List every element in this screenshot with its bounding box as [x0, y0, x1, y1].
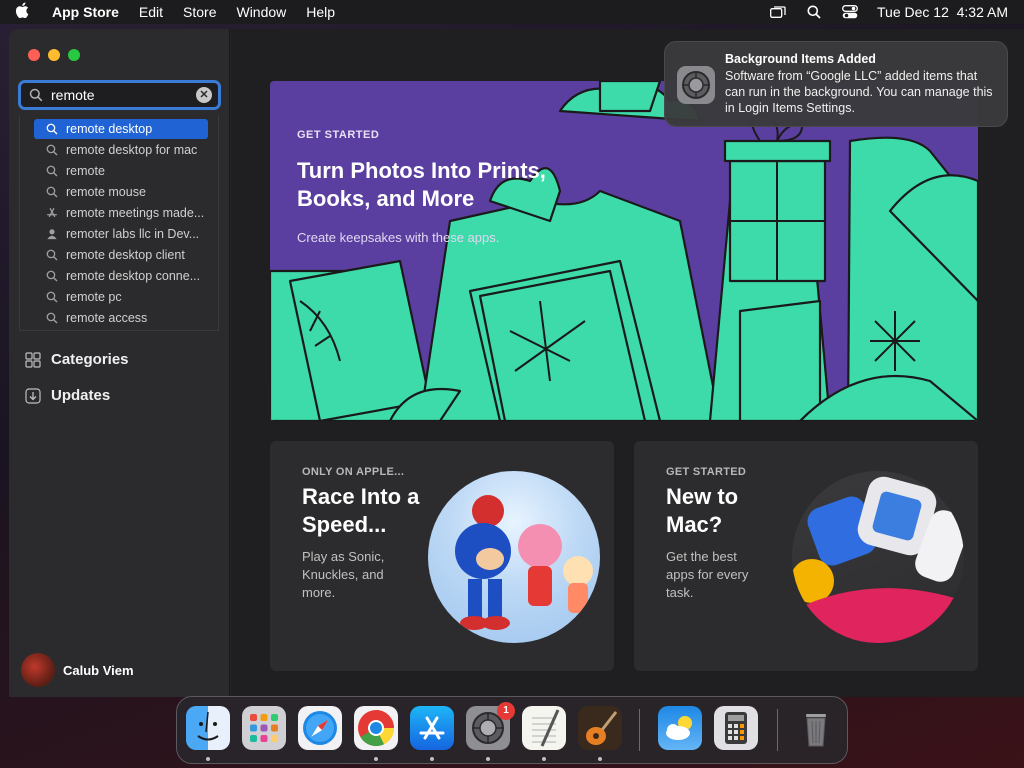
- suggestion-text: remote pc: [66, 290, 122, 304]
- card-description: Get the best apps for every task.: [666, 549, 749, 600]
- featured-card-sonic[interactable]: ONLY ON APPLE... Race Into a Speed... Pl…: [270, 441, 614, 671]
- search-input[interactable]: remote: [51, 87, 196, 103]
- updates-icon: [25, 387, 41, 404]
- card-kicker: GET STARTED: [666, 466, 747, 478]
- dock-textedit-icon[interactable]: [522, 706, 566, 750]
- running-indicator: [542, 757, 546, 761]
- card-title: New to Mac?: [666, 484, 739, 537]
- search-suggestion-item[interactable]: remote mouse: [34, 182, 208, 202]
- menu-window[interactable]: Window: [226, 0, 296, 24]
- search-suggestion-item[interactable]: remote desktop for mac: [34, 140, 208, 160]
- running-indicator: [206, 757, 210, 761]
- search-suggestion-item[interactable]: remote access: [34, 308, 208, 328]
- user-name: Calub Viem: [63, 662, 134, 678]
- search-suggestion-item[interactable]: remote meetings made...: [34, 203, 208, 223]
- close-window-button[interactable]: [28, 49, 40, 61]
- screen-mirroring-icon[interactable]: [769, 5, 787, 19]
- search-suggestion-item[interactable]: remote desktop conne...: [34, 266, 208, 286]
- hero-banner[interactable]: GET STARTED Turn Photos Into Prints, Boo…: [270, 81, 978, 421]
- mac-apps-artwork: [792, 471, 964, 643]
- search-icon: [44, 291, 60, 303]
- sidebar-item-label: Categories: [51, 351, 129, 368]
- suggestion-text: remote desktop client: [66, 248, 185, 262]
- dock-separator: [639, 709, 640, 751]
- search-icon: [44, 144, 60, 156]
- dock-launchpad-icon[interactable]: [242, 706, 286, 750]
- minimize-window-button[interactable]: [48, 49, 60, 61]
- menu-help[interactable]: Help: [296, 0, 345, 24]
- search-icon: [44, 249, 60, 261]
- search-suggestion-item[interactable]: remote desktop client: [34, 245, 208, 265]
- suggestion-text: remote mouse: [66, 185, 146, 199]
- card-title: Race Into a Speed...: [302, 484, 420, 537]
- dock-finder-icon[interactable]: [186, 706, 230, 750]
- search-suggestion-item[interactable]: remote pc: [34, 287, 208, 307]
- menubar-clock[interactable]: Tue Dec 12 4:32 AM: [877, 4, 1008, 20]
- suggestion-text: remoter labs llc in Dev...: [66, 227, 200, 241]
- search-icon: [29, 88, 43, 102]
- search-suggestion-item[interactable]: remote: [34, 161, 208, 181]
- menu-app-name[interactable]: App Store: [44, 0, 129, 24]
- search-suggestions-list: remote desktop remote desktop for mac remo…: [19, 115, 219, 331]
- search-icon: [44, 270, 60, 282]
- notification-body: Software from “Google LLC” added items t…: [725, 69, 993, 115]
- main-content: GET STARTED Turn Photos Into Prints, Boo…: [231, 29, 1024, 697]
- dock: 1: [176, 696, 848, 764]
- suggestion-text: remote desktop: [66, 122, 153, 136]
- running-indicator: [486, 757, 490, 761]
- app-store-window: remote ✕ remote desktop remote desktop fo…: [9, 29, 1024, 697]
- suggestion-text: remote meetings made...: [66, 206, 205, 220]
- sonic-artwork: [428, 471, 600, 643]
- person-icon: [44, 228, 60, 240]
- dock-garageband-icon[interactable]: [578, 706, 622, 750]
- clear-search-icon[interactable]: ✕: [196, 87, 212, 103]
- hero-subtitle: Create keepsakes with these apps.: [297, 230, 500, 245]
- notification-banner[interactable]: Background Items Added Software from “Go…: [664, 41, 1008, 127]
- suggestion-text: remote access: [66, 311, 148, 325]
- dock-app-store-icon[interactable]: [410, 706, 454, 750]
- sidebar-item-categories[interactable]: Categories: [25, 351, 129, 368]
- suggestion-text: remote: [66, 164, 105, 178]
- search-suggestion-item[interactable]: remoter labs llc in Dev...: [34, 224, 208, 244]
- spotlight-search-icon[interactable]: [805, 5, 823, 19]
- search-icon: [44, 186, 60, 198]
- hero-title: Turn Photos Into Prints, Books, and More: [297, 158, 546, 211]
- dock-calculator-icon[interactable]: [714, 706, 758, 750]
- menu-edit[interactable]: Edit: [129, 0, 173, 24]
- notification-badge: 1: [497, 702, 515, 720]
- dock-chrome-icon[interactable]: [354, 706, 398, 750]
- search-field[interactable]: remote ✕: [18, 80, 221, 110]
- apple-menu-icon[interactable]: [0, 2, 44, 22]
- sidebar-item-label: Updates: [51, 387, 111, 404]
- search-icon: [44, 312, 60, 324]
- suggestion-text: remote desktop conne...: [66, 269, 201, 283]
- notification-title: Background Items Added: [725, 52, 876, 66]
- featured-card-new-to-mac[interactable]: GET STARTED New to Mac? Get the best app…: [634, 441, 978, 671]
- zoom-window-button[interactable]: [68, 49, 80, 61]
- user-account[interactable]: Calub Viem: [21, 653, 134, 687]
- avatar: [21, 653, 55, 687]
- dock-trash-icon[interactable]: [794, 706, 838, 750]
- dock-weather-icon[interactable]: [658, 706, 702, 750]
- card-description: Play as Sonic, Knuckles, and more.: [302, 549, 385, 600]
- menu-store[interactable]: Store: [173, 0, 226, 24]
- dock-separator: [777, 709, 778, 751]
- sidebar-item-updates[interactable]: Updates: [25, 387, 110, 404]
- menu-bar: App Store Edit Store Window Help Tue Dec…: [0, 0, 1024, 24]
- card-kicker: ONLY ON APPLE...: [302, 466, 405, 478]
- search-icon: [44, 165, 60, 177]
- control-center-icon[interactable]: [841, 5, 859, 19]
- suggestion-text: remote desktop for mac: [66, 143, 198, 157]
- search-icon: [44, 123, 60, 135]
- app-icon: [44, 207, 60, 219]
- running-indicator: [374, 757, 378, 761]
- search-suggestion-item[interactable]: remote desktop: [34, 119, 208, 139]
- dock-safari-icon[interactable]: [298, 706, 342, 750]
- running-indicator: [598, 757, 602, 761]
- categories-icon: [25, 351, 41, 368]
- sidebar: remote ✕ remote desktop remote desktop fo…: [9, 29, 230, 697]
- running-indicator: [430, 757, 434, 761]
- settings-gear-icon: [677, 66, 715, 104]
- hero-kicker: GET STARTED: [297, 129, 380, 141]
